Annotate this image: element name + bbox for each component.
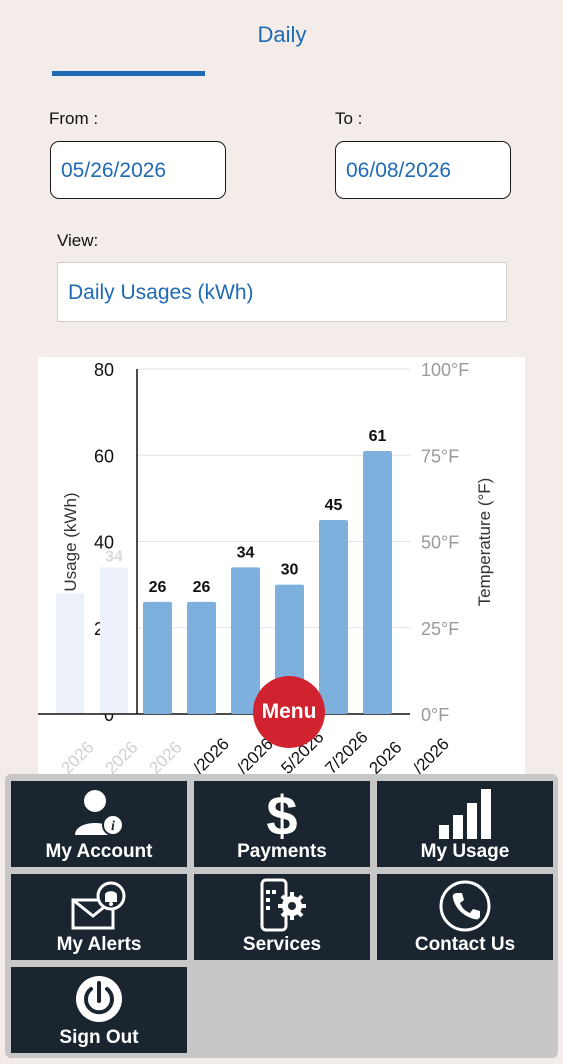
y2-tick-label: 50°F <box>421 533 459 553</box>
usage-bar <box>187 601 216 714</box>
from-label: From : <box>49 109 99 128</box>
x-tick-label: /2026 <box>409 734 453 777</box>
usage-bars-icon <box>377 787 553 839</box>
dollar-icon: $ <box>194 785 370 841</box>
x-tick-label: 2026 <box>365 738 405 777</box>
y-tick-label: 60 <box>94 446 114 466</box>
usage-bar <box>231 567 260 714</box>
bar-value-label: 45 <box>325 497 343 514</box>
faded-bar-value-label: 34 <box>105 548 123 565</box>
my-usage-tile[interactable]: My Usage <box>377 781 553 867</box>
sign-out-tile[interactable]: Sign Out <box>11 967 187 1053</box>
to-label: To : <box>335 109 363 128</box>
bar-value-label: 26 <box>149 579 167 596</box>
alert-envelope-icon <box>11 880 187 932</box>
view-select[interactable]: Daily Usages (kWh) <box>57 262 507 322</box>
x-tick-label: 2026 <box>145 738 185 777</box>
view-label: View: <box>57 231 99 250</box>
y-tick-label: 80 <box>94 360 114 380</box>
payments-tile[interactable]: $ Payments <box>194 781 370 867</box>
services-tile[interactable]: Services <box>194 874 370 960</box>
svg-text:i: i <box>111 819 115 834</box>
faded-bar <box>100 567 128 714</box>
svg-text:$: $ <box>266 785 297 841</box>
x-tick-label: /2026 <box>189 734 233 777</box>
phone-gear-icon <box>194 878 370 932</box>
power-icon <box>11 973 187 1025</box>
my-alerts-label: My Alerts <box>56 934 142 955</box>
menu-panel: i My Account $ Payments My Usage My Aler… <box>5 774 558 1058</box>
bar-value-label: 34 <box>237 544 255 561</box>
to-date-field[interactable]: 06/08/2026 <box>335 141 511 199</box>
usage-bar <box>363 450 392 714</box>
y2-tick-label: 25°F <box>421 619 459 639</box>
y2-tick-label: 0°F <box>421 705 449 725</box>
usage-bar <box>143 601 172 714</box>
y2-tick-label: 75°F <box>421 446 459 466</box>
x-tick-label: 7/2026 <box>321 728 371 777</box>
x-tick-label: 2026 <box>57 738 97 777</box>
faded-bar <box>56 593 84 714</box>
tab-daily[interactable]: Daily <box>230 22 334 48</box>
y-axis-title: Usage (kWh) <box>61 492 80 591</box>
y2-tick-label: 100°F <box>421 360 469 380</box>
contact-us-label: Contact Us <box>414 934 516 955</box>
payments-label: Payments <box>237 841 327 862</box>
bar-value-label: 26 <box>193 579 211 596</box>
my-account-tile[interactable]: i My Account <box>11 781 187 867</box>
my-usage-label: My Usage <box>420 841 510 862</box>
sign-out-label: Sign Out <box>59 1027 139 1048</box>
active-tab-indicator <box>52 71 205 76</box>
bar-value-label: 30 <box>281 562 299 579</box>
x-tick-label: 2026 <box>101 738 141 777</box>
bar-value-label: 61 <box>369 428 387 445</box>
phone-icon <box>377 880 553 932</box>
contact-us-tile[interactable]: Contact Us <box>377 874 553 960</box>
from-date-field[interactable]: 05/26/2026 <box>50 141 226 199</box>
services-label: Services <box>242 934 322 955</box>
account-info-icon: i <box>11 787 187 839</box>
my-alerts-tile[interactable]: My Alerts <box>11 874 187 960</box>
y2-axis-title: Temperature (°F) <box>475 478 494 607</box>
my-account-label: My Account <box>45 841 153 862</box>
usage-bar <box>319 519 348 714</box>
menu-button[interactable]: Menu <box>253 676 325 748</box>
